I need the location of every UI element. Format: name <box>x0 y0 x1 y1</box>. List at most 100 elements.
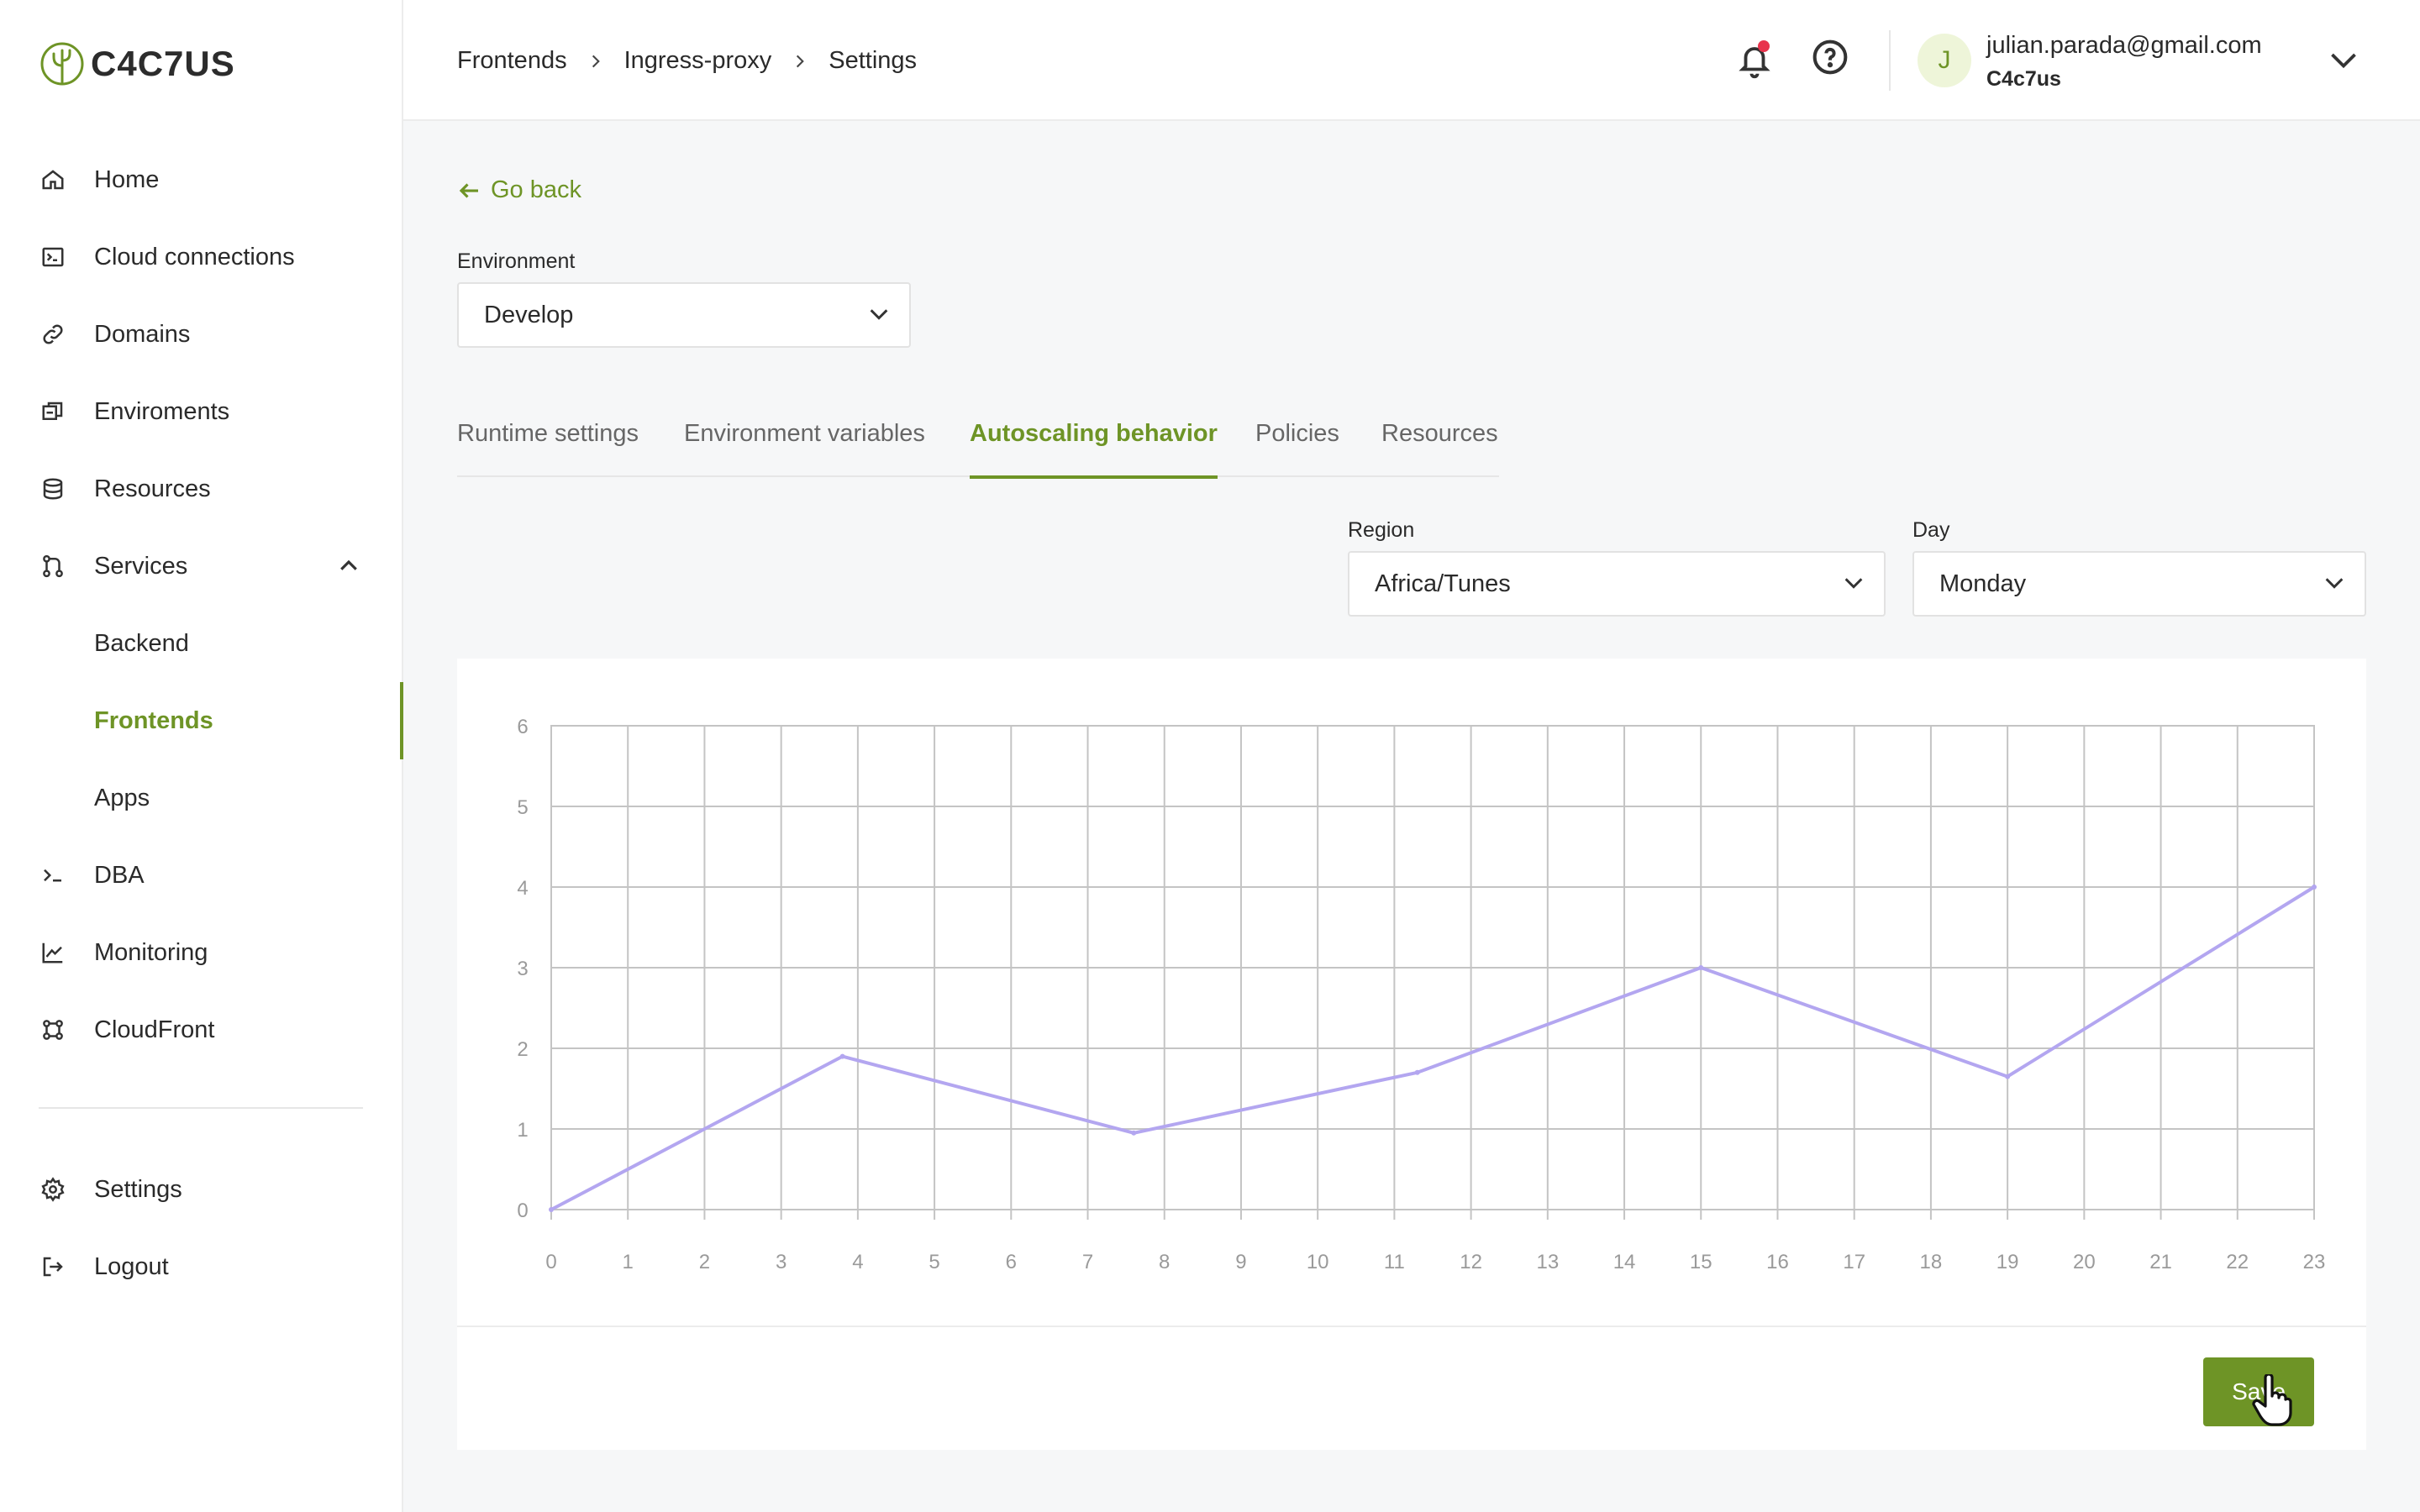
sidebar-item-logout[interactable]: Logout <box>0 1236 402 1297</box>
x-tick-label: 16 <box>1766 1251 1789 1273</box>
x-tick-label: 11 <box>1384 1251 1405 1273</box>
data-point <box>1131 1130 1137 1136</box>
x-tick-label: 12 <box>1460 1251 1482 1273</box>
user-org: C4c7us <box>1986 67 2061 91</box>
data-point <box>549 1207 554 1212</box>
x-tick-label: 5 <box>929 1251 939 1273</box>
brand-logo[interactable]: C4C7US <box>39 37 235 91</box>
sidebar-item-cloud-connections[interactable]: Cloud connections <box>0 227 402 287</box>
card-footer-divider <box>457 1326 2366 1327</box>
environments-icon <box>39 397 67 426</box>
prompt-icon <box>39 861 67 890</box>
sidebar-item-settings[interactable]: Settings <box>0 1159 402 1220</box>
top-header: Frontends Ingress-proxy Settings J julia… <box>403 0 2420 121</box>
notifications-button[interactable] <box>1731 37 1778 84</box>
data-point <box>1698 965 1704 970</box>
data-point <box>839 1053 845 1059</box>
region-label: Region <box>1348 518 1415 542</box>
tab-environment-variables[interactable]: Environment variables <box>684 412 925 477</box>
breadcrumb: Frontends Ingress-proxy Settings <box>457 47 917 75</box>
sidebar-item-domains[interactable]: Domains <box>0 304 402 365</box>
x-tick-label: 15 <box>1690 1251 1712 1273</box>
brand-name: C4C7US <box>91 44 235 83</box>
link-icon <box>39 320 67 349</box>
cloudfront-icon <box>39 1016 67 1044</box>
sidebar-subitem-apps[interactable]: Apps <box>0 768 402 828</box>
x-tick-label: 20 <box>2073 1251 2096 1273</box>
tab-policies[interactable]: Policies <box>1255 412 1339 477</box>
autoscaling-chart[interactable]: 01234560 1 2 3 4 5 6 7 8 9 10 11 12 13 14 15 16 17 18 19 20 2… <box>457 659 2366 1322</box>
go-back-label: Go back <box>491 176 581 203</box>
day-value: Monday <box>1939 570 2027 597</box>
sidebar-item-label: DBA <box>94 861 145 889</box>
day-select[interactable]: Monday <box>1912 551 2366 617</box>
chevron-right-icon <box>587 53 604 70</box>
notification-dot <box>1758 40 1770 52</box>
terminal-box-icon <box>39 243 67 271</box>
x-tick-label: 18 <box>1920 1251 1943 1273</box>
services-icon <box>39 552 67 580</box>
sidebar-item-label: Home <box>94 165 160 193</box>
x-tick-label: 4 <box>852 1251 863 1273</box>
data-point <box>2312 885 2317 890</box>
sidebar-item-services[interactable]: Services <box>0 536 402 596</box>
home-icon <box>39 165 67 194</box>
region-select[interactable]: Africa/Tunes <box>1348 551 1886 617</box>
sidebar-item-label: Cloud connections <box>94 243 295 270</box>
avatar[interactable]: J <box>1918 34 1971 87</box>
environment-select[interactable]: Develop <box>457 282 911 348</box>
y-tick-label: 0 <box>517 1200 528 1222</box>
sidebar-item-label: Resources <box>94 475 211 502</box>
sidebar-item-dba[interactable]: DBA <box>0 845 402 906</box>
user-menu-chevron-down-icon[interactable] <box>2328 47 2361 76</box>
sidebar: C4C7US Home Cloud connections Domains En… <box>0 0 403 1512</box>
user-email: julian.parada@gmail.com <box>1986 32 2262 59</box>
sidebar-item-label: Frontends <box>94 706 213 734</box>
x-tick-label: 13 <box>1536 1251 1559 1273</box>
sidebar-subitem-frontends[interactable]: Frontends <box>0 682 403 759</box>
y-tick-label: 5 <box>517 796 528 819</box>
tab-autoscaling-behavior[interactable]: Autoscaling behavior <box>970 412 1218 479</box>
sidebar-item-monitoring[interactable]: Monitoring <box>0 922 402 983</box>
arrow-left-icon <box>459 182 478 198</box>
x-tick-label: 21 <box>2149 1251 2172 1273</box>
header-divider <box>1889 30 1891 91</box>
region-value: Africa/Tunes <box>1375 570 1511 597</box>
x-tick-label: 14 <box>1613 1251 1636 1273</box>
database-icon <box>39 475 67 503</box>
chart-line-icon <box>39 938 67 967</box>
sidebar-subitem-backend[interactable]: Backend <box>0 613 402 674</box>
sidebar-item-label: Monitoring <box>94 938 208 966</box>
sidebar-item-label: Logout <box>94 1252 169 1280</box>
chevron-down-icon <box>1842 571 1867 596</box>
y-tick-label: 6 <box>517 716 528 738</box>
x-tick-label: 2 <box>699 1251 710 1273</box>
sidebar-item-home[interactable]: Home <box>0 150 402 210</box>
breadcrumb-item-frontends[interactable]: Frontends <box>457 47 567 75</box>
x-tick-label: 23 <box>2303 1251 2326 1273</box>
breadcrumb-item-ingress-proxy[interactable]: Ingress-proxy <box>624 47 772 75</box>
chevron-up-icon[interactable] <box>336 554 361 579</box>
sidebar-item-enviroments[interactable]: Enviroments <box>0 381 402 442</box>
tab-resources[interactable]: Resources <box>1381 412 1498 477</box>
cactus-logo-icon <box>40 42 84 86</box>
tab-runtime-settings[interactable]: Runtime settings <box>457 412 639 477</box>
help-button[interactable] <box>1812 39 1855 82</box>
y-tick-label: 1 <box>517 1119 528 1142</box>
sidebar-item-label: Settings <box>94 1175 182 1203</box>
sidebar-item-resources[interactable]: Resources <box>0 459 402 519</box>
y-tick-label: 3 <box>517 958 528 980</box>
logout-icon <box>39 1252 67 1281</box>
y-tick-label: 2 <box>517 1038 528 1061</box>
x-tick-label: 1 <box>623 1251 634 1273</box>
x-tick-label: 3 <box>776 1251 786 1273</box>
y-tick-label: 4 <box>517 877 528 900</box>
sidebar-item-label: Services <box>94 552 188 580</box>
sidebar-item-label: Enviroments <box>94 397 230 425</box>
go-back-link[interactable]: Go back <box>457 176 581 204</box>
save-button[interactable]: Save <box>2203 1357 2314 1426</box>
sidebar-item-cloudfront[interactable]: CloudFront <box>0 1000 402 1060</box>
sidebar-divider <box>39 1107 363 1109</box>
breadcrumb-item-current: Settings <box>829 47 918 74</box>
x-tick-label: 9 <box>1235 1251 1246 1273</box>
